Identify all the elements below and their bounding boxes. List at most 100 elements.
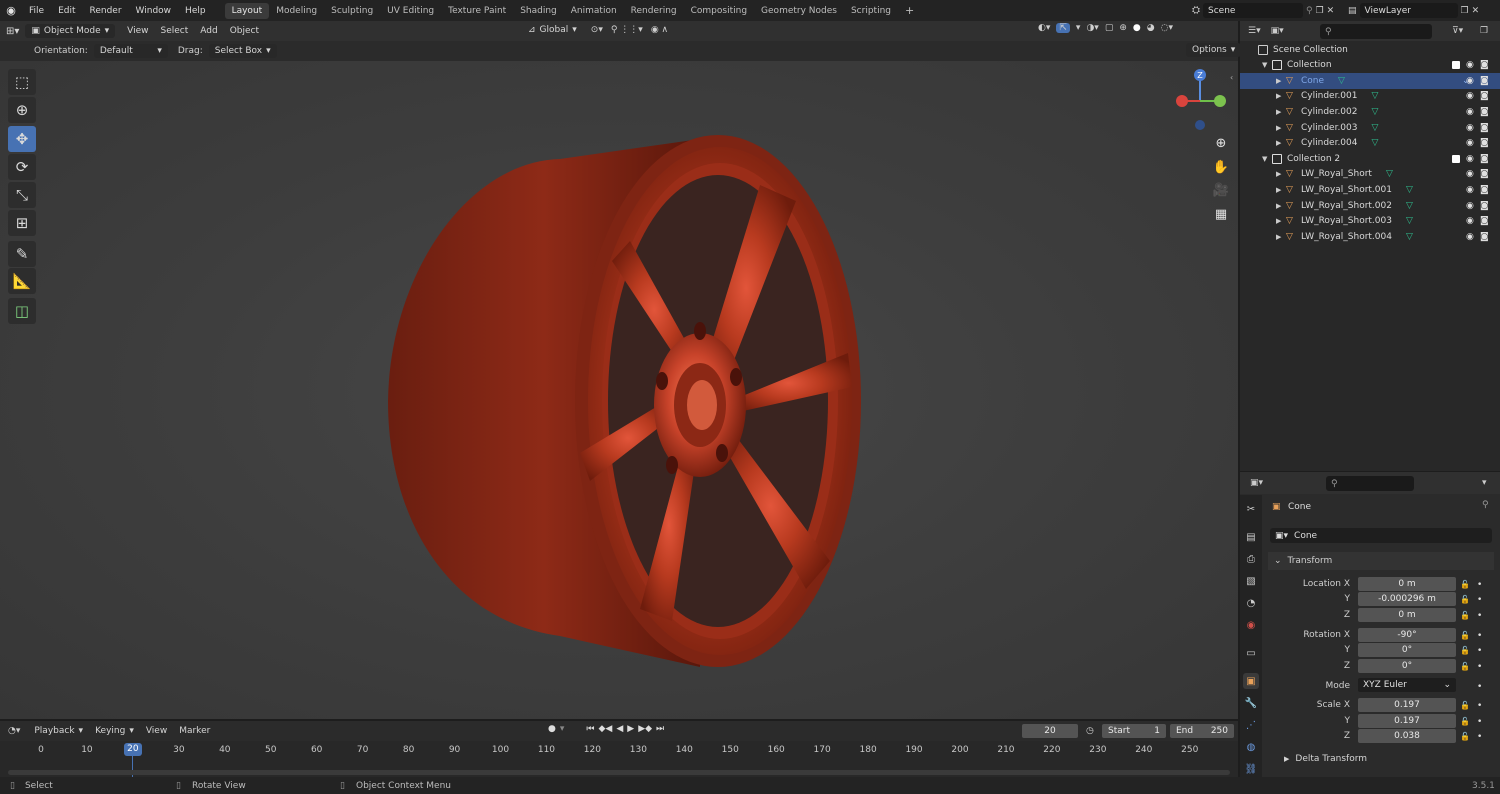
- render-camera-icon[interactable]: ◙: [1480, 154, 1489, 164]
- record-icon[interactable]: ●: [548, 724, 556, 734]
- delta-transform-header[interactable]: ▶ Delta Transform: [1284, 754, 1367, 764]
- outliner-row[interactable]: ▼ Collection ◉ ◙: [1240, 58, 1500, 74]
- render-tab-icon[interactable]: ▤: [1243, 529, 1259, 545]
- gizmo-dropdown-icon[interactable]: ▾: [1076, 23, 1081, 33]
- tab-compositing[interactable]: Compositing: [684, 3, 754, 19]
- mesh-data-icon[interactable]: ▽: [1386, 169, 1393, 179]
- scale-y-field[interactable]: 0.197: [1358, 714, 1456, 728]
- keying-dropdown[interactable]: Keying ▾: [89, 724, 140, 738]
- xray-icon[interactable]: ▢: [1105, 23, 1114, 33]
- eye-icon[interactable]: ◉: [1466, 138, 1474, 148]
- location-x-field[interactable]: 0 m: [1358, 577, 1456, 591]
- outliner-row[interactable]: ▶ ▽ LW_Royal_Short.002 ▽ ◉ ◙: [1240, 198, 1500, 214]
- visibility-icon[interactable]: ◐▾: [1038, 23, 1050, 33]
- eye-icon[interactable]: ◉: [1466, 123, 1474, 133]
- new-scene-icon[interactable]: ❐: [1316, 6, 1324, 16]
- filter-icon[interactable]: ⊽▾: [1452, 26, 1463, 36]
- outliner-editor-icon[interactable]: ☰▾: [1248, 26, 1261, 36]
- orientation-dropdown[interactable]: Default ▾: [93, 44, 168, 58]
- tab-geometry-nodes[interactable]: Geometry Nodes: [754, 3, 844, 19]
- location-y-field[interactable]: -0.000296 m: [1358, 592, 1456, 606]
- transform-orientation-dropdown[interactable]: ⊿ Global ▾: [522, 23, 583, 37]
- lock-icon[interactable]: 🔓: [1460, 580, 1470, 589]
- chevron-right-icon[interactable]: ▶: [1276, 77, 1286, 85]
- outliner-row[interactable]: ▶ ▽ Cylinder.004 ▽ ◉ ◙: [1240, 136, 1500, 152]
- pin-icon[interactable]: ⚲: [1306, 6, 1313, 16]
- playback-dropdown[interactable]: Playback ▾: [28, 724, 89, 738]
- eye-icon[interactable]: ◉: [1466, 76, 1474, 86]
- mode-dropdown[interactable]: ▣ Object Mode ▾: [25, 24, 116, 38]
- current-frame-field[interactable]: 20: [1022, 724, 1078, 738]
- wheel-render[interactable]: [0, 61, 1238, 719]
- outliner-row[interactable]: ▶ ▽ Cylinder.002 ▽ ◉ ◙: [1240, 104, 1500, 120]
- rotation-z-field[interactable]: 0°: [1358, 659, 1456, 673]
- tab-layout[interactable]: Layout: [224, 2, 270, 19]
- play-reverse-icon[interactable]: ◀: [616, 724, 623, 734]
- blender-logo-icon[interactable]: ◉: [0, 4, 22, 17]
- render-camera-icon[interactable]: ◙: [1480, 232, 1489, 242]
- shading-solid-icon[interactable]: ●: [1133, 23, 1141, 33]
- transform-panel-header[interactable]: ⌄ Transform: [1268, 552, 1494, 570]
- keyframe-dot-icon[interactable]: •: [1477, 682, 1482, 692]
- tab-scripting[interactable]: Scripting: [844, 3, 898, 19]
- render-camera-icon[interactable]: ◙: [1480, 76, 1489, 86]
- outliner-row[interactable]: ▶ ▽ Cylinder.003 ▽ ◉ ◙: [1240, 120, 1500, 136]
- outliner-row[interactable]: ▶ ▽ Cone ▽ ⌄ ◉ ◙: [1240, 73, 1500, 89]
- pivot-icon[interactable]: ⊙▾: [591, 25, 603, 35]
- add-workspace-button[interactable]: +: [898, 1, 921, 20]
- move-tool[interactable]: ✥: [8, 126, 36, 152]
- rotation-x-field[interactable]: -90°: [1358, 628, 1456, 642]
- eye-icon[interactable]: ◉: [1466, 91, 1474, 101]
- pin-icon[interactable]: ⚲: [1482, 500, 1489, 510]
- chevron-right-icon[interactable]: ▶: [1276, 217, 1286, 225]
- view-layer-tab-icon[interactable]: ▧: [1243, 573, 1259, 589]
- tab-modeling[interactable]: Modeling: [269, 3, 324, 19]
- chevron-right-icon[interactable]: ▶: [1276, 139, 1286, 147]
- view-layer-selector[interactable]: ViewLayer: [1359, 3, 1458, 18]
- mesh-data-icon[interactable]: ▽: [1406, 201, 1413, 211]
- output-tab-icon[interactable]: ⎙: [1243, 551, 1259, 567]
- menu-file[interactable]: File: [22, 6, 51, 16]
- outliner-row[interactable]: ▶ ▽ Cylinder.001 ▽ ◉ ◙: [1240, 89, 1500, 105]
- snap-icon[interactable]: ⚲ ⋮⋮▾: [611, 25, 643, 35]
- transform-tool[interactable]: ⊞: [8, 210, 36, 236]
- timeline-menu-marker[interactable]: Marker: [173, 724, 216, 738]
- jump-keyframe-forward-icon[interactable]: ▶◆: [638, 724, 652, 734]
- render-camera-icon[interactable]: ◙: [1480, 169, 1489, 179]
- chevron-down-icon[interactable]: ▼: [1262, 61, 1272, 69]
- mesh-data-icon[interactable]: ▽: [1371, 91, 1378, 101]
- gizmo-toggle-icon[interactable]: ⇱: [1056, 23, 1070, 33]
- physics-tab-icon[interactable]: ◍: [1243, 739, 1259, 755]
- navigation-gizmo[interactable]: Z: [1170, 67, 1230, 137]
- location-z-field[interactable]: 0 m: [1358, 608, 1456, 622]
- menu-window[interactable]: Window: [129, 6, 179, 16]
- delete-view-layer-icon[interactable]: ✕: [1472, 6, 1480, 16]
- particles-tab-icon[interactable]: ⋰: [1243, 717, 1259, 733]
- eye-icon[interactable]: ◉: [1466, 216, 1474, 226]
- perspective-grid-icon[interactable]: ▦: [1210, 203, 1232, 225]
- constraints-tab-icon[interactable]: ⛓: [1243, 761, 1259, 777]
- mesh-data-icon[interactable]: ▽: [1406, 216, 1413, 226]
- delete-scene-icon[interactable]: ✕: [1327, 6, 1335, 16]
- outliner-search-input[interactable]: ⚲: [1320, 24, 1432, 39]
- timeline-scrollbar[interactable]: [8, 770, 1230, 775]
- shading-wireframe-icon[interactable]: ⊕: [1119, 23, 1127, 33]
- eye-icon[interactable]: ◉: [1466, 60, 1474, 70]
- eye-icon[interactable]: ◉: [1466, 185, 1474, 195]
- keyframe-dot-icon[interactable]: •: [1477, 595, 1482, 605]
- keyframe-dot-icon[interactable]: •: [1477, 631, 1482, 641]
- lock-icon[interactable]: 🔓: [1460, 646, 1470, 655]
- chevron-right-icon[interactable]: ▶: [1276, 186, 1286, 194]
- menu-edit[interactable]: Edit: [51, 6, 82, 16]
- lock-icon[interactable]: 🔓: [1460, 701, 1470, 710]
- render-camera-icon[interactable]: ◙: [1480, 185, 1489, 195]
- rotation-y-field[interactable]: 0°: [1358, 643, 1456, 657]
- cursor-tool[interactable]: ⊕: [8, 97, 36, 123]
- zoom-icon[interactable]: ⊕: [1210, 132, 1232, 154]
- render-camera-icon[interactable]: ◙: [1480, 201, 1489, 211]
- render-camera-icon[interactable]: ◙: [1480, 138, 1489, 148]
- tab-animation[interactable]: Animation: [564, 3, 624, 19]
- render-camera-icon[interactable]: ◙: [1480, 107, 1489, 117]
- chevron-right-icon[interactable]: ▶: [1276, 92, 1286, 100]
- viewport-menu-select[interactable]: Select: [155, 24, 195, 38]
